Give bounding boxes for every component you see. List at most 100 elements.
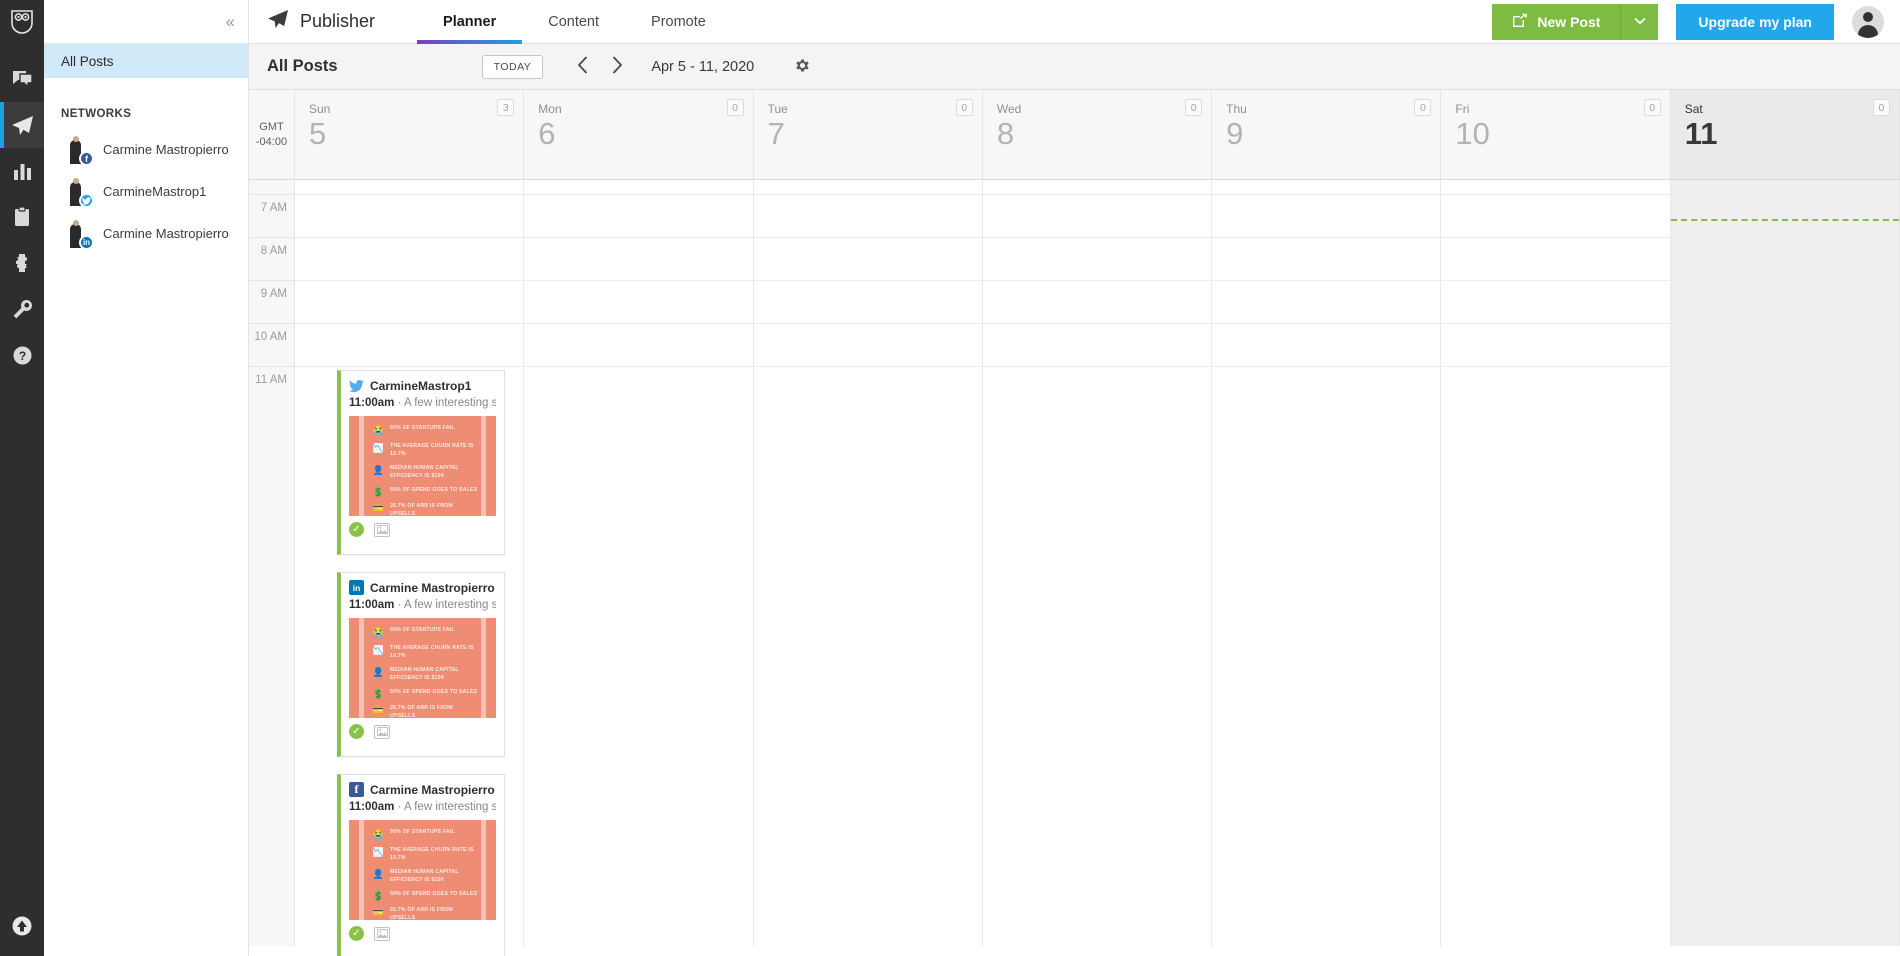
calendar: GMT -04:00 Sun 5 3 Mon 6 0 Tue 7 0 Wed 8… [249, 90, 1900, 956]
day-post-count: 0 [1643, 99, 1661, 116]
calendar-body: 7 AM 8 AM 9 AM 10 AM 11 AM CarmineMastro… [249, 180, 1900, 956]
publisher-sidebar: « All Posts NETWORKS f Carmine Mastropie… [44, 0, 249, 956]
day-of-week: Mon [538, 102, 562, 116]
thumb-line: MEDIAN HUMAN CAPITAL EFFICIENCY IS $10K [390, 869, 459, 883]
new-post-dropdown-button[interactable] [1620, 3, 1659, 40]
day-of-week: Sun [309, 102, 331, 116]
chevron-double-left-icon[interactable]: « [226, 13, 236, 30]
post-separator: · [394, 397, 404, 409]
paper-plane-icon [267, 9, 289, 34]
crying-face-icon: 😭 [372, 829, 385, 839]
gear-icon [794, 57, 811, 77]
thumb-line: 26.7% OF ARR IS FROM UPSELLS [390, 705, 453, 718]
chart-decreasing-icon: 📉 [372, 645, 385, 655]
calendar-settings-button[interactable] [794, 57, 811, 77]
tab-planner[interactable]: Planner [417, 0, 523, 44]
rail-item-apps[interactable] [0, 240, 44, 286]
network-item-linkedin[interactable]: in Carmine Mastropierro [44, 212, 248, 254]
day-column-wed[interactable] [982, 180, 1213, 946]
upgrade-arrow-icon [12, 916, 32, 941]
svg-text:?: ? [18, 349, 25, 363]
post-card[interactable]: CarmineMastrop1 11:00am · A few interest… [337, 370, 505, 555]
post-time: 11:00am [349, 801, 395, 813]
day-number: 11 [1684, 116, 1718, 151]
today-button[interactable]: TODAY [481, 54, 544, 79]
post-thumbnail: 😭 90% OF STARTUPS FAIL 📉 THE AVERAGE CHU… [349, 618, 496, 718]
rail-item-analytics[interactable] [0, 148, 44, 194]
time-label: 8 AM [260, 245, 287, 257]
day-post-count: 0 [955, 99, 973, 116]
credit-card-icon: 💳 [372, 503, 385, 513]
topbar-tabs: Planner Content Promote [417, 0, 732, 44]
post-card[interactable]: in Carmine Mastropierro 11:00am · A few … [337, 572, 505, 757]
crying-face-icon: 😭 [372, 425, 385, 435]
rail-item-tools[interactable] [0, 286, 44, 332]
day-column-thu[interactable] [1212, 180, 1442, 946]
day-column-sun[interactable]: CarmineMastrop1 11:00am · A few interest… [295, 180, 525, 956]
day-column-fri[interactable] [1441, 180, 1671, 946]
image-attachment-icon [374, 926, 390, 941]
network-name: CarmineMastrop1 [103, 183, 207, 199]
next-week-button[interactable] [600, 55, 635, 78]
network-item-facebook[interactable]: f Carmine Mastropierro [44, 128, 248, 170]
post-meta: 11:00am · A few interesting startu [349, 397, 496, 409]
calendar-day-headers: GMT -04:00 Sun 5 3 Mon 6 0 Tue 7 0 Wed 8… [249, 90, 1900, 180]
time-label: 11 AM [255, 374, 287, 386]
credit-card-icon: 💳 [372, 907, 385, 917]
thumb-line: THE AVERAGE CHURN RATE IS 10.7% [390, 443, 474, 457]
rail-item-publisher[interactable] [0, 102, 44, 148]
post-card[interactable]: f Carmine Mastropierro 11:00am · A few i… [337, 774, 505, 956]
day-header-thu[interactable]: Thu 9 0 [1212, 90, 1442, 179]
sidebar-item-label: All Posts [61, 53, 114, 69]
post-author: Carmine Mastropierro [370, 782, 495, 797]
post-separator: · [394, 801, 404, 813]
tab-label: Planner [443, 13, 497, 30]
sidebar-header: « [44, 0, 248, 44]
avatar [61, 176, 94, 208]
tab-content[interactable]: Content [522, 0, 625, 43]
sidebar-item-all-posts[interactable]: All Posts [44, 44, 248, 78]
brand: Publisher [249, 0, 375, 43]
thumb-line: 90% OF STARTUPS FAIL [390, 627, 455, 633]
rail-item-help[interactable]: ? [0, 332, 44, 378]
publisher-app: ? « All Posts NETWORKS f Carmine Mastrop… [0, 0, 1900, 956]
day-of-week: Tue [767, 102, 788, 116]
thumb-line: 50% OF SPEND GOES TO SALES [390, 891, 478, 897]
user-avatar[interactable] [1852, 5, 1884, 38]
new-post-label: New Post [1537, 13, 1601, 30]
thumb-line: THE AVERAGE CHURN RATE IS 10.7% [390, 847, 474, 861]
money-icon: 💲 [372, 689, 385, 699]
day-column-mon[interactable] [524, 180, 754, 946]
day-number: 10 [1455, 116, 1490, 151]
bar-chart-icon [13, 162, 32, 181]
day-header-fri[interactable]: Fri 10 0 [1441, 90, 1671, 179]
day-header-tue[interactable]: Tue 7 0 [753, 90, 983, 179]
rail-item-streams[interactable] [0, 56, 44, 102]
day-number: 9 [1226, 116, 1244, 151]
network-name: Carmine Mastropierro [103, 141, 229, 157]
rail-item-assignments[interactable] [0, 194, 44, 240]
new-post-button[interactable]: New Post [1492, 3, 1621, 40]
speech-bubbles-icon [12, 70, 33, 89]
day-header-wed[interactable]: Wed 8 0 [982, 90, 1213, 179]
day-column-sat[interactable] [1670, 180, 1900, 946]
previous-week-button[interactable] [565, 55, 600, 78]
time-label: 7 AM [260, 202, 287, 214]
chart-decreasing-icon: 📉 [372, 847, 385, 857]
day-column-tue[interactable] [753, 180, 983, 946]
day-header-mon[interactable]: Mon 6 0 [524, 90, 754, 179]
hootsuite-owl-logo[interactable] [0, 0, 44, 44]
network-item-twitter[interactable]: CarmineMastrop1 [44, 170, 248, 212]
app-topbar: Publisher Planner Content Promote New Po… [249, 0, 1900, 44]
day-of-week: Fri [1455, 102, 1470, 116]
day-header-sun[interactable]: Sun 5 3 [295, 90, 525, 179]
main-area: Publisher Planner Content Promote New Po… [249, 0, 1900, 956]
day-number: 5 [309, 116, 327, 151]
tab-promote[interactable]: Promote [625, 0, 732, 43]
post-separator: · [394, 599, 404, 611]
day-header-sat[interactable]: Sat 11 0 [1670, 90, 1900, 179]
upgrade-my-plan-button[interactable]: Upgrade my plan [1676, 3, 1834, 40]
day-post-count: 0 [1872, 99, 1890, 116]
rail-upgrade-button[interactable] [0, 900, 44, 956]
post-text: A few interesting startu [404, 599, 496, 611]
